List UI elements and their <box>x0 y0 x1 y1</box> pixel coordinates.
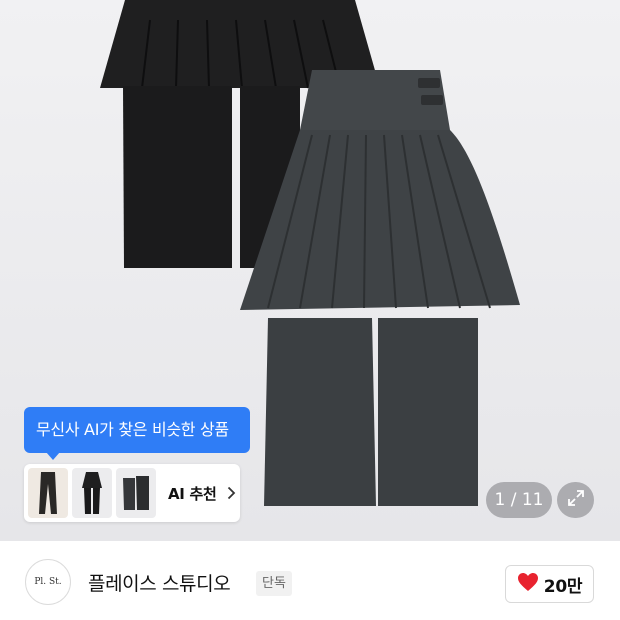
product-photo <box>100 0 520 506</box>
chevron-right-icon <box>227 486 239 500</box>
thumb-product-1[interactable] <box>28 468 68 518</box>
like-count: 20만 <box>543 576 583 597</box>
thumb-product-3[interactable] <box>116 468 156 518</box>
brand-name[interactable]: 플레이스 스튜디오 <box>88 569 231 596</box>
like-button[interactable]: 20만 <box>505 565 594 603</box>
product-image-area[interactable]: 무신사 AI가 찾은 비슷한 상품 AI 추천 1 / 11 <box>0 0 620 541</box>
ai-similar-products-tooltip[interactable]: 무신사 AI가 찾은 비슷한 상품 <box>24 407 250 460</box>
ai-recommend-label: AI 추천 <box>168 484 217 503</box>
brand-bar: Pl. St. 플레이스 스튜디오 단독 20만 <box>0 541 620 620</box>
exclusive-badge: 단독 <box>256 571 292 596</box>
brand-logo-text: Pl. St. <box>34 576 62 587</box>
ai-recommend-button[interactable]: AI 추천 <box>24 464 240 522</box>
expand-icon <box>566 488 586 512</box>
thumb-product-2[interactable] <box>72 468 112 518</box>
fullscreen-button[interactable] <box>557 482 594 518</box>
brand-logo[interactable]: Pl. St. <box>25 559 71 605</box>
ai-bubble-text: 무신사 AI가 찾은 비슷한 상품 <box>36 420 229 439</box>
heart-icon <box>517 572 539 596</box>
pager-label: 1 / 11 <box>494 490 544 510</box>
image-pager: 1 / 11 <box>486 482 552 518</box>
